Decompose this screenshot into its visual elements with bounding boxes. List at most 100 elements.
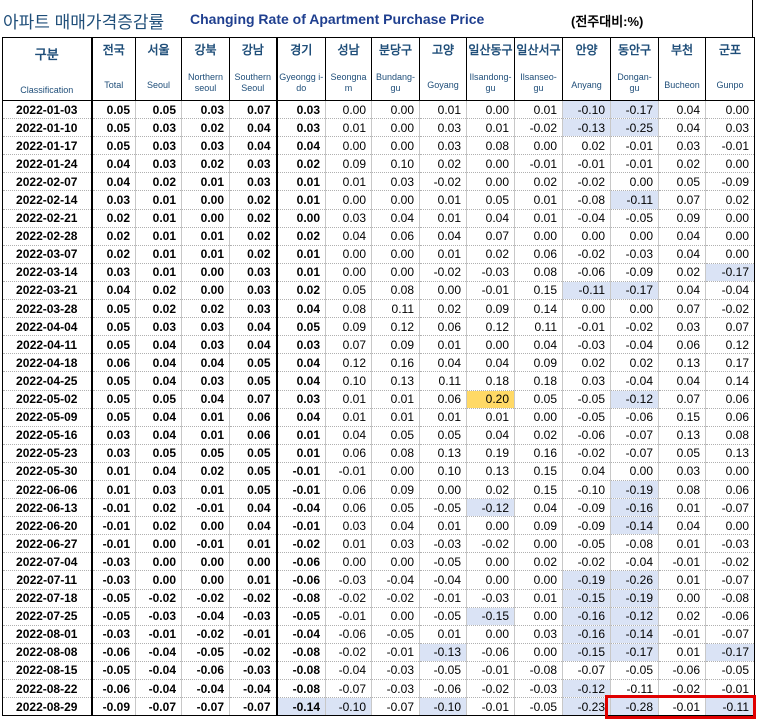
cell-bucheon[interactable]: 0.04 bbox=[658, 371, 706, 391]
cell-north[interactable]: -0.02 bbox=[181, 625, 230, 644]
cell-ilsanseo[interactable]: 0.01 bbox=[514, 190, 563, 210]
cell-dongan[interactable]: -0.14 bbox=[610, 625, 659, 644]
cell-anyang[interactable]: -0.19 bbox=[562, 570, 611, 590]
cell-seongnam[interactable]: 0.01 bbox=[325, 172, 372, 192]
cell-north[interactable]: -0.07 bbox=[181, 697, 230, 717]
cell-ilsandong[interactable]: 0.20 bbox=[466, 390, 515, 409]
cell-bucheon[interactable]: 0.01 bbox=[658, 570, 706, 590]
cell-gyeonggi[interactable]: 0.04 bbox=[276, 408, 326, 427]
cell-bundang[interactable]: 0.00 bbox=[371, 462, 420, 481]
cell-total[interactable]: 0.06 bbox=[91, 353, 136, 373]
cell-bucheon[interactable]: 0.01 bbox=[658, 534, 706, 554]
cell-north[interactable]: 0.02 bbox=[181, 299, 230, 319]
cell-dongan[interactable]: -0.26 bbox=[610, 570, 659, 590]
cell-south[interactable]: 0.02 bbox=[229, 209, 278, 228]
cell-gunpo[interactable]: 0.06 bbox=[705, 390, 755, 409]
cell-north[interactable]: 0.01 bbox=[181, 408, 230, 427]
cell-dongan[interactable]: -0.09 bbox=[610, 263, 659, 282]
cell-total[interactable]: -0.03 bbox=[91, 570, 136, 590]
cell-north[interactable]: -0.04 bbox=[181, 679, 230, 699]
column-header-goyang[interactable]: 고양 Goyang bbox=[419, 37, 467, 101]
cell-bundang[interactable]: 0.09 bbox=[371, 480, 420, 500]
cell-seoul[interactable]: 0.03 bbox=[135, 136, 182, 156]
cell-goyang[interactable]: 0.06 bbox=[419, 390, 467, 409]
cell-south[interactable]: -0.07 bbox=[229, 697, 278, 717]
cell-goyang[interactable]: -0.04 bbox=[419, 570, 467, 590]
cell-ilsandong[interactable]: 0.00 bbox=[466, 172, 515, 192]
cell-seoul[interactable]: 0.05 bbox=[135, 390, 182, 409]
cell-seongnam[interactable]: -0.06 bbox=[325, 625, 372, 644]
cell-seongnam[interactable]: 0.06 bbox=[325, 498, 372, 518]
cell-gyeonggi[interactable]: -0.08 bbox=[276, 679, 326, 699]
cell-gunpo[interactable]: 0.00 bbox=[705, 100, 755, 120]
column-header-south[interactable]: 강남 Southern Seoul bbox=[229, 37, 278, 101]
cell-bucheon[interactable]: -0.06 bbox=[658, 661, 706, 681]
cell-gunpo[interactable]: 0.17 bbox=[705, 353, 755, 373]
column-header-ilsandong[interactable]: 일산동구 Ilsandong- gu bbox=[466, 37, 515, 101]
cell-total[interactable]: 0.03 bbox=[91, 426, 136, 445]
cell-total[interactable]: 0.03 bbox=[91, 444, 136, 463]
cell-north[interactable]: 0.00 bbox=[181, 263, 230, 282]
cell-dongan[interactable]: -0.04 bbox=[610, 371, 659, 391]
cell-seoul[interactable]: 0.02 bbox=[135, 516, 182, 536]
cell-seongnam[interactable]: -0.03 bbox=[325, 570, 372, 590]
cell-seongnam[interactable]: 0.03 bbox=[325, 516, 372, 536]
cell-seongnam[interactable]: 0.00 bbox=[325, 263, 372, 282]
cell-gyeonggi[interactable]: -0.01 bbox=[276, 462, 326, 481]
cell-total[interactable]: 0.05 bbox=[91, 118, 136, 138]
cell-total[interactable]: -0.05 bbox=[91, 589, 136, 608]
cell-goyang[interactable]: -0.05 bbox=[419, 498, 467, 518]
cell-south[interactable]: -0.04 bbox=[229, 679, 278, 699]
cell-gunpo[interactable]: -0.17 bbox=[705, 643, 755, 662]
cell-ilsandong[interactable]: -0.01 bbox=[466, 661, 515, 681]
cell-anyang[interactable]: 0.00 bbox=[562, 299, 611, 319]
cell-bundang[interactable]: -0.05 bbox=[371, 625, 420, 644]
cell-gunpo[interactable]: -0.01 bbox=[705, 136, 755, 156]
cell-seongnam[interactable]: 0.03 bbox=[325, 209, 372, 228]
cell-seoul[interactable]: -0.02 bbox=[135, 589, 182, 608]
cell-ilsandong[interactable]: 0.01 bbox=[466, 118, 515, 138]
cell-anyang[interactable]: -0.06 bbox=[562, 263, 611, 282]
cell-ilsandong[interactable]: -0.15 bbox=[466, 607, 515, 626]
cell-seoul[interactable]: -0.04 bbox=[135, 643, 182, 662]
cell-ilsanseo[interactable]: 0.15 bbox=[514, 281, 563, 301]
cell-total[interactable]: -0.06 bbox=[91, 679, 136, 699]
cell-ilsanseo[interactable]: -0.02 bbox=[514, 118, 563, 138]
cell-north[interactable]: -0.02 bbox=[181, 589, 230, 608]
cell-seongnam[interactable]: 0.04 bbox=[325, 426, 372, 445]
cell-dongan[interactable]: -0.14 bbox=[610, 516, 659, 536]
cell-gunpo[interactable]: 0.14 bbox=[705, 371, 755, 391]
cell-north[interactable]: 0.03 bbox=[181, 335, 230, 355]
cell-gyeonggi[interactable]: 0.02 bbox=[276, 227, 326, 246]
cell-anyang[interactable]: -0.06 bbox=[562, 426, 611, 445]
column-header-seoul[interactable]: 서울 Seoul bbox=[135, 37, 182, 101]
cell-dongan[interactable]: -0.04 bbox=[610, 335, 659, 355]
cell-ilsanseo[interactable]: -0.03 bbox=[514, 679, 563, 699]
cell-dongan[interactable]: -0.25 bbox=[610, 118, 659, 138]
cell-bundang[interactable]: 0.03 bbox=[371, 534, 420, 554]
cell-total[interactable]: -0.01 bbox=[91, 516, 136, 536]
cell-gyeonggi[interactable]: 0.03 bbox=[276, 100, 326, 120]
cell-seoul[interactable]: 0.02 bbox=[135, 281, 182, 301]
cell-goyang[interactable]: -0.05 bbox=[419, 607, 467, 626]
cell-dongan[interactable]: -0.17 bbox=[610, 643, 659, 662]
cell-south[interactable]: -0.03 bbox=[229, 607, 278, 626]
cell-seongnam[interactable]: 0.00 bbox=[325, 245, 372, 264]
cell-dongan[interactable]: -0.08 bbox=[610, 534, 659, 554]
cell-goyang[interactable]: 0.01 bbox=[419, 408, 467, 427]
cell-bundang[interactable]: 0.01 bbox=[371, 390, 420, 409]
cell-bucheon[interactable]: 0.04 bbox=[658, 118, 706, 138]
cell-bucheon[interactable]: 0.03 bbox=[658, 136, 706, 156]
cell-gunpo[interactable]: -0.03 bbox=[705, 534, 755, 554]
cell-gunpo[interactable]: 0.00 bbox=[705, 245, 755, 264]
cell-gunpo[interactable]: 0.13 bbox=[705, 444, 755, 463]
cell-total[interactable]: -0.03 bbox=[91, 625, 136, 644]
cell-ilsanseo[interactable]: 0.04 bbox=[514, 335, 563, 355]
cell-seongnam[interactable]: 0.00 bbox=[325, 136, 372, 156]
cell-bucheon[interactable]: 0.02 bbox=[658, 607, 706, 626]
cell-goyang[interactable]: 0.01 bbox=[419, 100, 467, 120]
cell-south[interactable]: 0.05 bbox=[229, 480, 278, 500]
cell-gyeonggi[interactable]: 0.01 bbox=[276, 444, 326, 463]
cell-dongan[interactable]: 0.02 bbox=[610, 353, 659, 373]
cell-total[interactable]: 0.05 bbox=[91, 299, 136, 319]
